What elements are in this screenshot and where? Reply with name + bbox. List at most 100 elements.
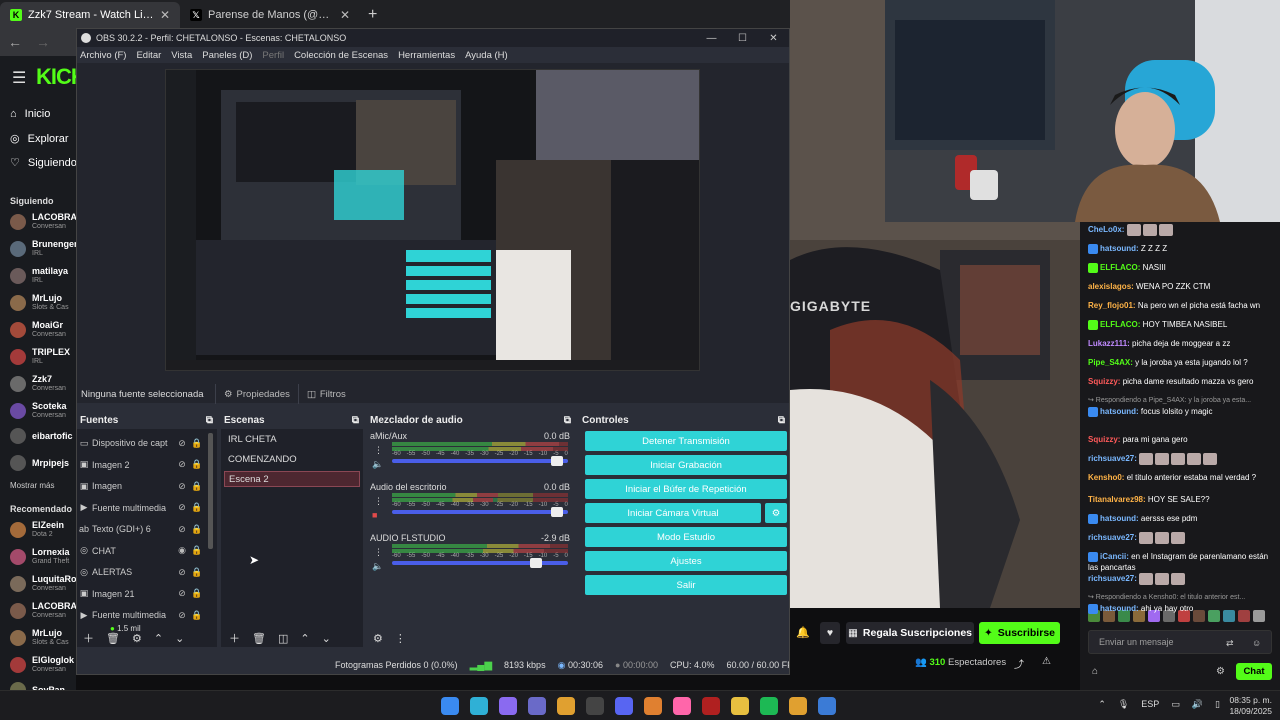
visibility-icon[interactable]: ⊘ — [176, 481, 188, 492]
close-tab-icon[interactable]: ✕ — [340, 8, 350, 22]
chat-message[interactable]: alexislagos: WENA PO ZZK CTM — [1088, 281, 1278, 292]
obs-menu-item[interactable]: Archivo (F) — [80, 50, 126, 61]
recommended-channel[interactable]: ElGloglok Conversan — [10, 655, 74, 674]
heart-button[interactable]: ♥ — [820, 622, 840, 644]
chat-message[interactable]: hatsound: aersss ese pdm — [1088, 513, 1278, 524]
more-icon[interactable]: ⋮ — [374, 496, 386, 507]
following-channel[interactable]: TRIPLEX IRL — [10, 347, 70, 366]
chat-username[interactable]: Lukazz111: — [1088, 339, 1130, 348]
close-tab-icon[interactable]: ✕ — [160, 8, 170, 22]
tab-x[interactable]: 𝕏 Parense de Manos (@ParenseD ✕ — [180, 2, 360, 28]
forward-arrow-icon[interactable]: → — [36, 34, 50, 50]
control-button[interactable]: Salir — [585, 575, 787, 595]
gear-icon[interactable]: ⚙ — [1216, 666, 1225, 677]
scene-item[interactable]: Escena 2 — [224, 471, 360, 487]
obs-icon[interactable] — [586, 697, 604, 715]
trash-icon[interactable]: 🗑 — [106, 632, 120, 645]
following-channel[interactable]: MrLujo Slots & Cas — [10, 293, 69, 312]
gift-subs-button[interactable]: ▦ Regala Suscripciones — [846, 622, 974, 644]
chat-message[interactable]: richsuave27: — [1088, 453, 1278, 465]
chat-username[interactable]: Pipe_S4AX: — [1088, 358, 1133, 367]
chat-username[interactable]: richsuave27: — [1088, 454, 1137, 463]
nav-explorar[interactable]: ◎ Explorar — [10, 132, 69, 146]
chat-message[interactable]: CheLo0x: — [1088, 224, 1278, 236]
chat-username[interactable]: iCancii: — [1100, 552, 1129, 561]
following-channel[interactable]: MoaiGr Conversan — [10, 320, 66, 339]
control-button[interactable]: Iniciar Grabación — [585, 455, 787, 475]
visibility-icon[interactable]: ⊘ — [176, 502, 188, 513]
translate-icon[interactable]: ⇄ — [1226, 638, 1234, 649]
source-item[interactable]: ▣ Imagen 2 ⊘ 🔒 — [79, 455, 203, 475]
following-channel[interactable]: eibartofic — [10, 428, 73, 444]
chat-username[interactable]: Titanalvarez98: — [1088, 495, 1146, 504]
minimize-icon[interactable]: — — [696, 33, 727, 44]
source-item[interactable]: ▶ Fuente multimedia ⊘ 🔒 — [79, 498, 203, 518]
store-icon[interactable]: ⌂ — [1092, 666, 1098, 677]
file-explorer-icon[interactable] — [731, 697, 749, 715]
lock-icon[interactable]: 🔒 — [191, 438, 203, 449]
battery-icon[interactable]: ▯ — [1215, 699, 1220, 710]
osu-icon[interactable] — [673, 697, 691, 715]
language-indicator[interactable]: ESP — [1141, 699, 1159, 710]
menu-icon[interactable]: ☰ — [12, 68, 26, 88]
more-icon[interactable]: ⋮ — [374, 547, 386, 558]
obs-preview[interactable] — [77, 63, 789, 403]
facebook-icon[interactable] — [818, 697, 836, 715]
visibility-icon[interactable]: ⊘ — [176, 610, 188, 621]
dock-float-icon[interactable]: ⧉ — [564, 415, 571, 426]
lock-icon[interactable]: 🔒 — [191, 545, 203, 556]
chat-username[interactable]: Squizzy: — [1088, 377, 1120, 386]
clock[interactable]: 08:35 p. m. 18/09/2025 — [1229, 695, 1272, 717]
obs-menu-item[interactable]: Herramientas — [398, 50, 455, 61]
lock-icon[interactable]: 🔒 — [191, 588, 203, 599]
chrome-icon[interactable] — [557, 697, 575, 715]
chat-username[interactable]: hatsound: — [1100, 407, 1139, 416]
recommended-channel[interactable]: LuquitaRo Conversan — [10, 574, 76, 593]
chat-username[interactable]: alexislagos: — [1088, 282, 1134, 291]
recommended-channel[interactable]: SoyPan — [10, 682, 65, 690]
volume-knob[interactable] — [529, 558, 542, 568]
following-channel[interactable]: matilaya IRL — [10, 266, 68, 285]
following-channel[interactable]: Mrpipejs — [10, 455, 69, 471]
discord-icon[interactable] — [615, 697, 633, 715]
source-item[interactable]: ▣ Imagen ⊘ 🔒 — [79, 476, 203, 496]
chat-username[interactable]: Squizzy: — [1088, 435, 1120, 444]
chat-username[interactable]: richsuave27: — [1088, 574, 1137, 583]
volume-knob[interactable] — [550, 456, 563, 466]
chat-username[interactable]: hatsound: — [1100, 604, 1139, 613]
obs-menu-item[interactable]: Colección de Escenas — [294, 50, 388, 61]
following-channel[interactable]: Brunenger IRL — [10, 239, 76, 258]
lock-icon[interactable]: 🔒 — [191, 481, 203, 492]
gear-icon[interactable]: ⚙ — [132, 632, 142, 645]
source-item[interactable]: ▶ Fuente multimedia ⊘ 🔒 — [79, 605, 203, 625]
microphone-icon[interactable]: 🎙 — [1118, 699, 1129, 710]
chat-message[interactable]: hatsound: Z Z Z Z — [1088, 243, 1278, 254]
add-icon[interactable]: ＋ — [83, 630, 94, 646]
chevron-up-icon[interactable]: ⌃ — [300, 632, 309, 645]
trash-icon[interactable]: 🗑 — [252, 632, 266, 645]
close-icon[interactable]: ✕ — [758, 33, 789, 44]
new-tab-button[interactable]: + — [360, 6, 385, 28]
control-button[interactable]: Iniciar Cámara Virtual — [585, 503, 761, 523]
chat-username[interactable]: ELFLACO: — [1100, 320, 1140, 329]
chat-username[interactable]: Kensho0: — [1088, 473, 1124, 482]
source-item[interactable]: ▭ Dispositivo de capt ⊘ 🔒 — [79, 433, 203, 453]
chat-input[interactable]: Enviar un mensaje — [1088, 630, 1272, 654]
add-icon[interactable]: ＋ — [229, 630, 240, 646]
control-button[interactable]: Detener Transmisión — [585, 431, 787, 451]
chevron-down-icon[interactable]: ⌄ — [175, 632, 184, 645]
muted-speaker-icon[interactable]: ■ — [372, 510, 384, 520]
chat-message[interactable]: Rey_flojo01: Na pero wn el picha está fa… — [1088, 300, 1278, 311]
dock-float-icon[interactable]: ⧉ — [778, 415, 785, 426]
control-button[interactable]: Iniciar el Búfer de Repetición — [585, 479, 787, 499]
filter-icon[interactable]: ◫ — [278, 632, 288, 645]
visibility-icon[interactable]: ⊘ — [176, 588, 188, 599]
chat-message[interactable]: Pipe_S4AX: y la joroba ya esta jugando l… — [1088, 357, 1278, 368]
maximize-icon[interactable]: ☐ — [727, 33, 758, 44]
source-item[interactable]: ab Texto (GDI+) 6 ⊘ 🔒 — [79, 519, 203, 539]
chat-message[interactable]: Squizzy: picha dame resultado mazza vs g… — [1088, 376, 1278, 387]
recommended-channel[interactable]: MrLujo Slots & Cas — [10, 628, 69, 647]
chat-message[interactable]: ↪ Respondiendo a Kensho0: el titulo ante… — [1088, 592, 1278, 614]
lock-icon[interactable]: 🔒 — [191, 459, 203, 470]
chat-username[interactable]: hatsound: — [1100, 244, 1139, 253]
